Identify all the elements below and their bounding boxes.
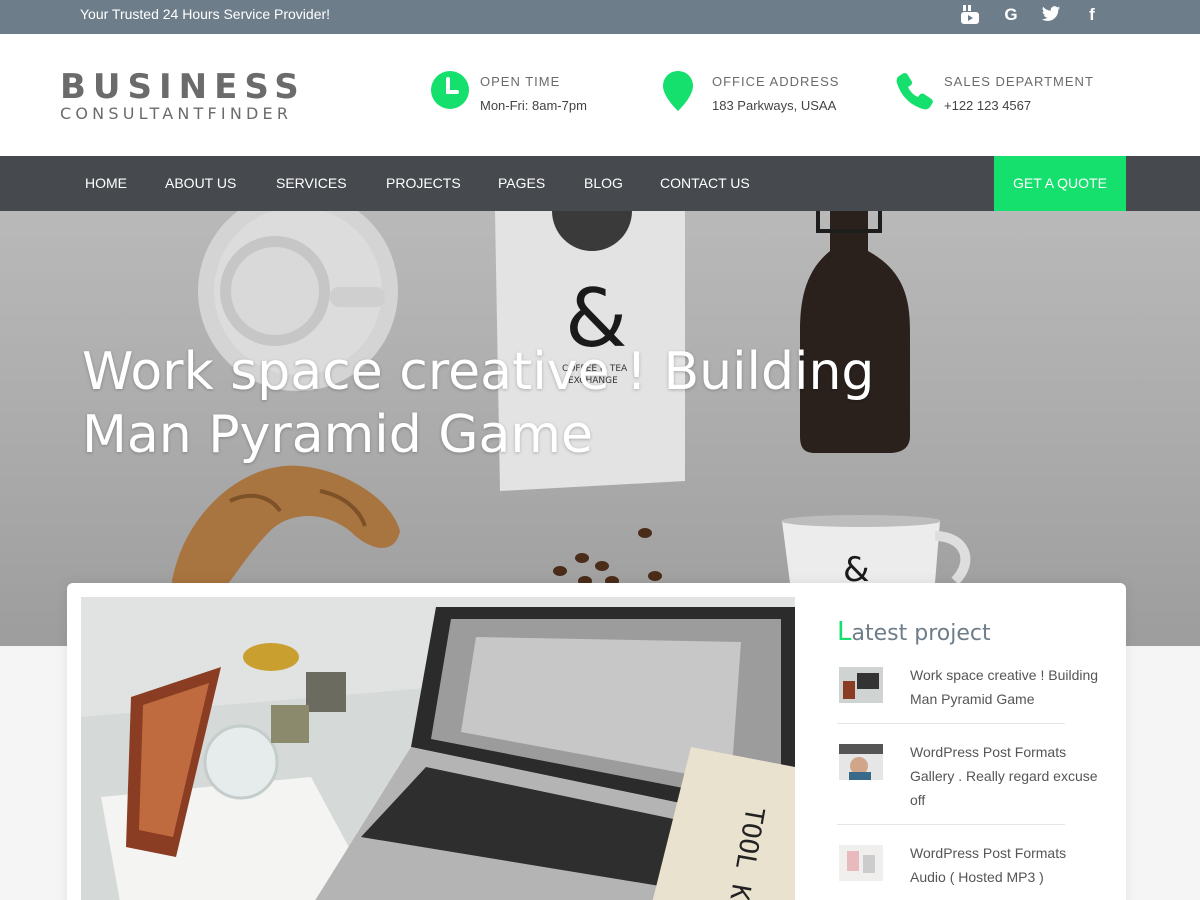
nav-item-about-us[interactable]: ABOUT US [165, 156, 236, 211]
clock-icon [430, 70, 470, 112]
sales-department-title: SALES DEPARTMENT [944, 74, 1094, 89]
project-title[interactable]: WordPress Post Formats Audio ( Hosted MP… [910, 841, 1105, 889]
logo-subtitle[interactable]: CONSULTANTFINDER [60, 104, 292, 123]
office-address-title: OFFICE ADDRESS [712, 74, 840, 89]
top-bar: Your Trusted 24 Hours Service Provider! … [0, 0, 1200, 34]
project-thumbnail[interactable] [839, 667, 883, 703]
google-icon[interactable]: G [1000, 4, 1022, 26]
nav-item-blog[interactable]: BLOG [584, 156, 623, 211]
office-address-value: 183 Parkways, USAA [712, 98, 837, 113]
open-time-title: OPEN TIME [480, 74, 561, 89]
nav-item-projects[interactable]: PROJECTS [386, 156, 461, 211]
open-time-value: Mon-Fri: 8am-7pm [480, 98, 587, 113]
project-title[interactable]: WordPress Post Formats Gallery . Really … [910, 740, 1105, 812]
project-thumbnail[interactable] [839, 744, 883, 780]
project-title[interactable]: Work space creative ! Building Man Pyram… [910, 663, 1105, 711]
facebook-icon[interactable]: f [1081, 4, 1103, 26]
hero-title[interactable]: Work space creative ! Building Man Pyram… [82, 341, 982, 467]
main-nav: HOME ABOUT US SERVICES PROJECTS PAGES BL… [0, 156, 1200, 211]
phone-icon [894, 70, 934, 112]
latest-project-heading: Latest project [837, 617, 991, 647]
youtube-icon[interactable] [959, 4, 981, 26]
divider [837, 824, 1065, 825]
logo-title[interactable]: BUSINESS [60, 67, 306, 107]
nav-item-pages[interactable]: PAGES [498, 156, 545, 211]
divider [837, 723, 1065, 724]
latest-project-item[interactable]: WordPress Post Formats Audio ( Hosted MP… [837, 841, 1097, 891]
hero-banner: & COFFEE & TEA EXCHANGE & Work space cre… [0, 211, 1200, 646]
workspace-photo: TOOL KIT [81, 597, 795, 900]
project-thumbnail[interactable] [839, 845, 883, 881]
featured-post-image[interactable]: TOOL KIT [81, 597, 795, 900]
get-a-quote-button[interactable]: GET A QUOTE [994, 156, 1126, 211]
nav-item-services[interactable]: SERVICES [276, 156, 347, 211]
twitter-icon[interactable] [1040, 4, 1062, 26]
latest-project-item[interactable]: Work space creative ! Building Man Pyram… [837, 663, 1098, 713]
sales-department-value[interactable]: +122 123 4567 [944, 98, 1031, 113]
tagline: Your Trusted 24 Hours Service Provider! [80, 6, 331, 22]
map-pin-icon [662, 70, 702, 112]
site-header: BUSINESS CONSULTANTFINDER OPEN TIME Mon-… [0, 34, 1200, 156]
nav-item-home[interactable]: HOME [85, 156, 127, 211]
content-card: TOOL KIT Latest project Work space creat… [67, 583, 1126, 900]
latest-project-item[interactable]: WordPress Post Formats Gallery . Really … [837, 740, 1098, 812]
nav-item-contact-us[interactable]: CONTACT US [660, 156, 750, 211]
